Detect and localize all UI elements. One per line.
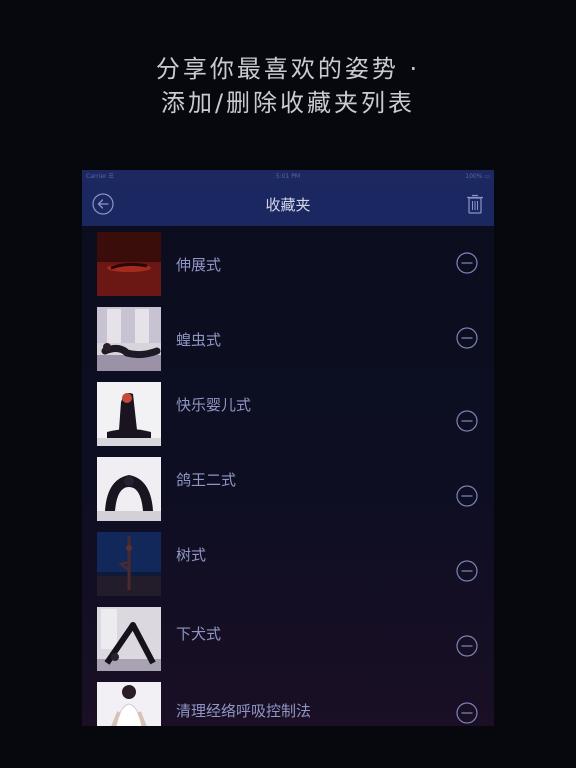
- remove-button[interactable]: [456, 635, 478, 657]
- king-pigeon-pose-thumbnail: [97, 457, 161, 521]
- tree-pose-thumbnail: [97, 532, 161, 596]
- promo-line-1: 分享你最喜欢的姿势 ·: [155, 55, 421, 83]
- pose-name: 蝗虫式: [176, 331, 222, 349]
- list-item[interactable]: 快乐婴儿式: [82, 376, 494, 451]
- delete-button[interactable]: [466, 193, 484, 215]
- remove-button[interactable]: [456, 410, 478, 432]
- pose-name: 鸽王二式: [176, 471, 237, 489]
- list-item[interactable]: 树式: [82, 526, 494, 601]
- remove-button[interactable]: [456, 252, 478, 274]
- trash-icon: [466, 194, 484, 214]
- downward-dog-pose-thumbnail: [97, 607, 161, 671]
- minus-circle-icon: [456, 327, 478, 349]
- page-title: 收藏夹: [265, 196, 311, 214]
- minus-circle-icon: [456, 410, 478, 432]
- list-item[interactable]: 下犬式: [82, 601, 494, 676]
- list-item[interactable]: 鸽王二式: [82, 451, 494, 526]
- minus-circle-icon: [456, 702, 478, 724]
- promo-line-2: 添加/删除收藏夹列表: [160, 89, 416, 117]
- back-button[interactable]: [92, 193, 114, 215]
- minus-circle-icon: [456, 252, 478, 274]
- clock-label: 5:01 PM: [275, 173, 301, 180]
- nav-bar: 收藏夹: [82, 182, 494, 226]
- minus-circle-icon: [456, 635, 478, 657]
- list-item[interactable]: 伸展式: [82, 226, 494, 301]
- pose-name: 清理经络呼吸控制法: [176, 702, 312, 720]
- pose-name: 伸展式: [176, 256, 222, 274]
- promo-caption: 分享你最喜欢的姿势 · 添加/删除收藏夹列表: [0, 52, 576, 120]
- list-item[interactable]: 蝗虫式: [82, 301, 494, 376]
- happy-baby-pose-thumbnail: [97, 382, 161, 446]
- pose-name: 下犬式: [176, 625, 222, 643]
- remove-button[interactable]: [456, 327, 478, 349]
- battery-label: 100% ▭: [465, 173, 490, 180]
- remove-button[interactable]: [456, 560, 478, 582]
- pose-name: 树式: [176, 546, 207, 564]
- breathing-pose-thumbnail: [97, 682, 161, 726]
- locust-pose-thumbnail: [97, 307, 161, 371]
- favorites-list: 伸展式 蝗虫式 快乐婴儿式 鸽王二式 树式 下犬式 清理经络呼吸控制法: [82, 226, 494, 726]
- pose-name: 快乐婴儿式: [176, 396, 252, 414]
- list-item[interactable]: 清理经络呼吸控制法: [82, 676, 494, 726]
- stretch-pose-thumbnail: [97, 232, 161, 296]
- remove-button[interactable]: [456, 702, 478, 724]
- remove-button[interactable]: [456, 485, 478, 507]
- minus-circle-icon: [456, 560, 478, 582]
- status-bar: Carrier ☰ 5:01 PM 100% ▭: [82, 170, 494, 182]
- app-screen: Carrier ☰ 5:01 PM 100% ▭ 收藏夹 伸展式 蝗虫式 快乐婴…: [82, 170, 494, 726]
- minus-circle-icon: [456, 485, 478, 507]
- back-arrow-circle-icon: [92, 193, 114, 215]
